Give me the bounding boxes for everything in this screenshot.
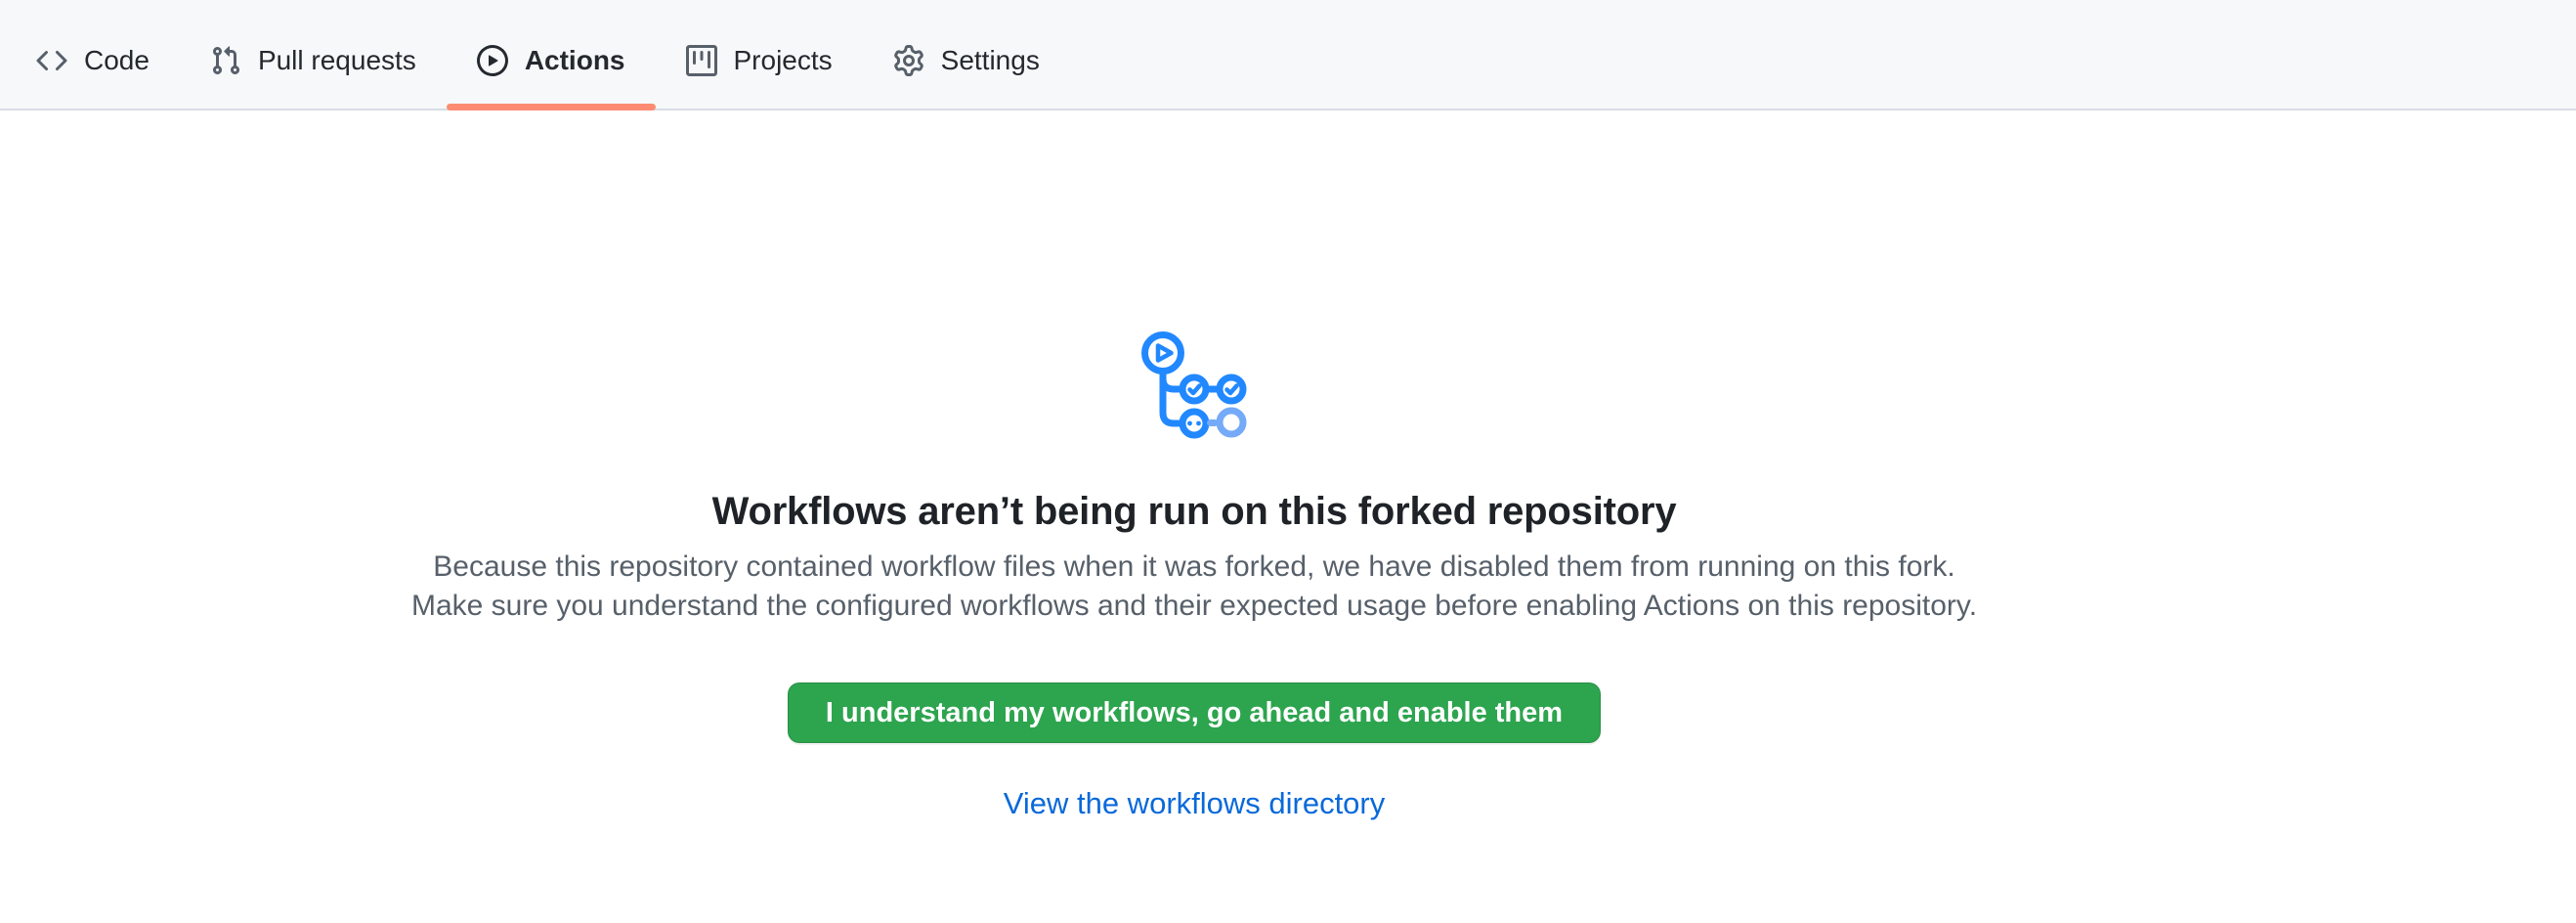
tab-code[interactable]: Code (6, 0, 180, 109)
code-icon (36, 45, 67, 76)
repo-tabbar: Code Pull requests Actions Projects Sett… (0, 0, 2576, 110)
blankslate-description: Because this repository contained workfl… (398, 548, 1991, 626)
enable-workflows-button[interactable]: I understand my workflows, go ahead and … (788, 682, 1601, 743)
git-pull-request-icon (210, 45, 241, 76)
tab-code-label: Code (84, 47, 150, 74)
blankslate-heading: Workflows aren’t being run on this forke… (712, 490, 1677, 534)
actions-blankslate: Workflows aren’t being run on this forke… (0, 110, 2388, 821)
workflow-graph-illustration (1140, 330, 1248, 439)
play-icon (477, 45, 508, 76)
view-workflows-directory-link[interactable]: View the workflows directory (1004, 786, 1386, 821)
project-icon (686, 45, 717, 76)
tab-settings[interactable]: Settings (863, 0, 1070, 109)
tab-pull-requests[interactable]: Pull requests (180, 0, 447, 109)
tab-pull-requests-label: Pull requests (258, 47, 416, 74)
tab-projects[interactable]: Projects (656, 0, 863, 109)
tab-projects-label: Projects (734, 47, 833, 74)
tab-settings-label: Settings (941, 47, 1040, 74)
gear-icon (893, 45, 924, 76)
tab-actions-label: Actions (525, 47, 625, 74)
tab-actions[interactable]: Actions (447, 0, 656, 109)
active-tab-underline (447, 104, 656, 110)
